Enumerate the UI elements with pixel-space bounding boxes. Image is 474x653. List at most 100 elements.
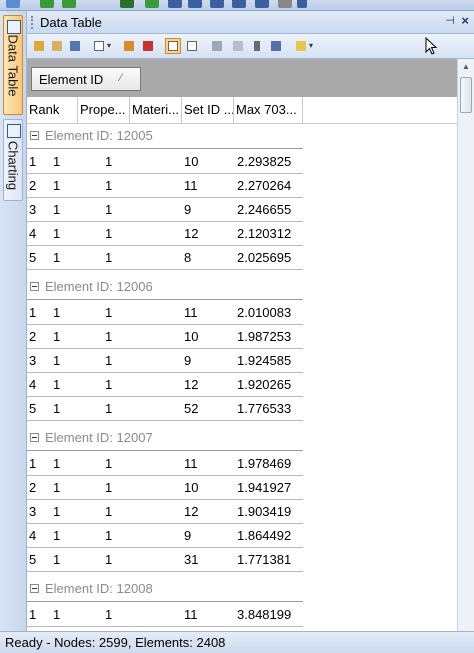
toolbar-icon[interactable] [188,0,202,8]
toolbar-icon[interactable] [232,0,246,8]
table-cell: 1 [105,305,113,320]
table-row[interactable]: 5 1 1 31 1.771381 [27,548,303,572]
table-cell: 1 [53,250,61,265]
table-row[interactable]: 5 1 1 8 2.025695 [27,246,303,270]
table-cell: 1 [105,504,113,519]
toolbar-icon[interactable] [40,0,54,8]
scroll-up-icon[interactable]: ▲ [459,60,473,74]
table-cell: 1 [53,305,61,320]
copy-icon[interactable] [49,38,65,54]
table-cell: 1 [29,305,37,320]
mouse-cursor-icon [425,37,437,55]
sort-icon[interactable] [230,38,246,54]
toolbar-icon[interactable] [120,0,134,8]
table-row[interactable]: 1 1 1 10 2.293825 [27,150,303,174]
status-bar: Ready - Nodes: 2599, Elements: 2408 [0,631,474,653]
toolbar-icon[interactable] [62,0,76,8]
highlight-icon[interactable] [268,38,284,54]
table-cell: 1 [105,401,113,416]
group-by-icon[interactable] [165,38,181,54]
filter-icon[interactable] [209,38,225,54]
group-row[interactable]: Element ID: 12005 [27,125,303,149]
toolbar-icon[interactable] [168,0,182,8]
table-row[interactable]: 3 1 1 9 1.924585 [27,349,303,373]
group-by-area[interactable]: Element ID ⁄ [27,59,457,97]
color-icon[interactable]: ▾ [293,38,313,54]
table-row[interactable]: 4 1 1 9 1.864492 [27,524,303,548]
table-cell: 1 [53,329,61,344]
toolbar-icon[interactable] [278,0,292,8]
table-row[interactable]: 4 1 1 12 1.920265 [27,373,303,397]
select-icon[interactable] [249,38,265,54]
column-header-row: Rank Prope... Materi... Set ID ... Max 7… [27,97,457,124]
export-icon[interactable] [121,38,137,54]
toolbar-icon[interactable] [6,0,20,8]
table-cell: 1.771381 [237,552,292,567]
group-by-chip-element-id[interactable]: Element ID ⁄ [31,67,141,91]
table-cell: 1 [53,528,61,543]
table-cell: 11 [184,456,198,471]
tab-charting[interactable]: Charting [3,119,23,201]
save-icon[interactable] [67,38,83,54]
columns-icon[interactable] [184,38,200,54]
table-cell: 5 [29,552,37,567]
toolbar-icon[interactable] [255,0,269,8]
toolbar-icon[interactable] [210,0,224,8]
app-toolbar [0,0,474,11]
list-options-icon[interactable]: ▾ [91,38,111,54]
table-row[interactable]: 3 1 1 9 2.246655 [27,198,303,222]
column-header-property[interactable]: Prope... [78,97,130,123]
tab-data-table[interactable]: Data Table [3,15,23,115]
delete-icon[interactable] [140,38,156,54]
column-header-rank[interactable]: Rank [27,97,78,123]
table-row[interactable]: 1 1 1 11 2.010083 [27,301,303,325]
close-icon[interactable]: × [461,13,469,28]
collapse-icon[interactable] [30,131,39,140]
table-row[interactable]: 4 1 1 12 2.120312 [27,222,303,246]
table-cell: 52 [184,401,199,416]
table-cell: 1 [53,226,61,241]
table-row[interactable]: 2 1 1 11 2.270264 [27,174,303,198]
group-row[interactable]: Element ID: 12008 [27,578,303,602]
table-row[interactable]: 5 1 1 52 1.776533 [27,397,303,421]
table-row[interactable]: 1 1 1 11 3.848199 [27,603,303,627]
panel-toolbar: ▾ ▾ [27,34,474,59]
table-row[interactable]: 2 1 1 10 1.941927 [27,476,303,500]
table-row[interactable]: 3 1 1 12 1.903419 [27,500,303,524]
chart-icon [7,124,21,138]
collapse-icon[interactable] [30,433,39,442]
column-header-material[interactable]: Materi... [130,97,182,123]
table-cell: 4 [29,377,37,392]
pin-icon[interactable]: ⊣ [445,14,455,27]
collapse-icon[interactable] [30,584,39,593]
open-icon[interactable] [31,38,47,54]
table-cell: 31 [184,552,199,567]
column-header-max[interactable]: Max 703... [234,97,303,123]
table-row[interactable]: 1 1 1 11 1.978469 [27,452,303,476]
collapse-icon[interactable] [30,282,39,291]
column-header-set-id[interactable]: Set ID ... [182,97,234,123]
vertical-scrollbar[interactable]: ▲ [457,59,474,631]
table-cell: 1 [53,480,61,495]
table-cell: 1 [53,377,61,392]
table-cell: 1 [53,178,61,193]
group-row[interactable]: Element ID: 12006 [27,276,303,300]
table-cell: 5 [29,401,37,416]
table-cell: 1.920265 [237,377,292,392]
toolbar-icon[interactable] [145,0,159,8]
table-cell: 1 [105,353,113,368]
table-row[interactable]: 2 1 1 10 1.987253 [27,325,303,349]
table-cell: 1.987253 [237,329,292,344]
toolbar-icon[interactable] [297,0,307,8]
group-divider [27,148,303,149]
drag-grip-icon[interactable] [31,16,35,29]
side-tab-strip: Data Table Charting [0,11,27,631]
table-cell: 12 [184,226,199,241]
tab-data-table-label: Data Table [5,34,21,97]
table-cell: 2.293825 [237,154,292,169]
grid-body: Element ID: 12005 1 1 1 10 2.293825 2 1 1 11 2.270… [27,123,457,631]
scroll-thumb[interactable] [460,77,472,113]
group-row[interactable]: Element ID: 12007 [27,427,303,451]
table-cell: 2.246655 [237,202,292,217]
table-cell: 1 [53,456,61,471]
